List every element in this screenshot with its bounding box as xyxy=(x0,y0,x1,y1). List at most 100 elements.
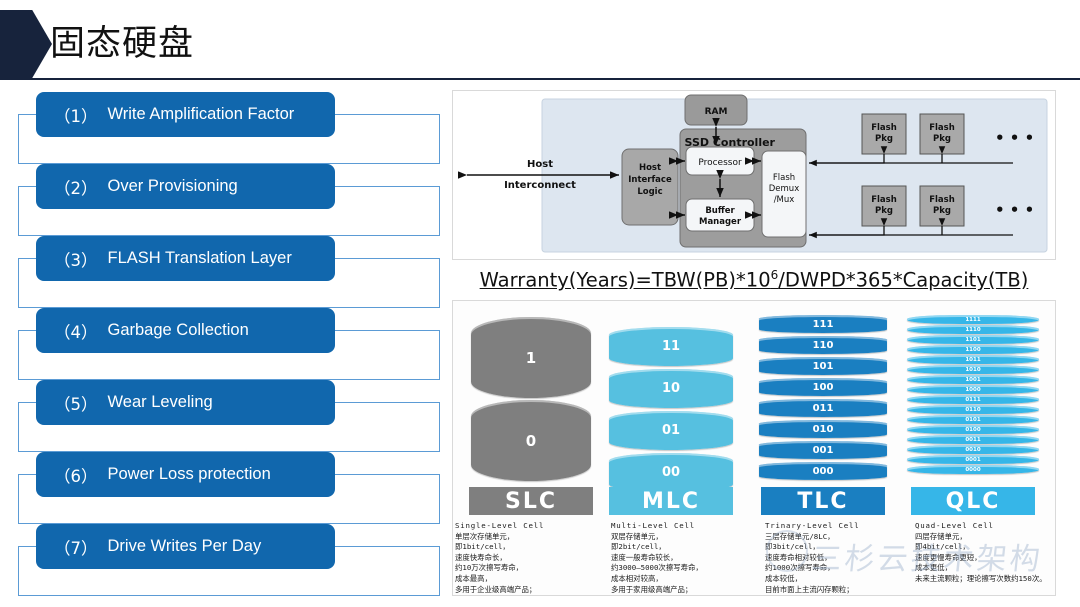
nand-description-body: 四层存储单元， 即4bit/cell， 速度更慢寿命更短， 成本更低， 未来主流… xyxy=(915,531,1047,583)
topic-label: Power Loss protection xyxy=(107,465,271,483)
nand-level: 1110 xyxy=(907,325,1039,334)
topic-row: （2） Over Provisioning xyxy=(0,164,450,236)
svg-text:• • •: • • • xyxy=(995,201,1034,219)
svg-text:Pkg: Pkg xyxy=(933,134,951,144)
nand-level: 10 xyxy=(609,369,733,408)
topic-label: Over Provisioning xyxy=(107,177,238,195)
nand-description-title: Multi-Level Cell xyxy=(611,521,695,530)
svg-text:Pkg: Pkg xyxy=(875,206,893,216)
nand-level: 0110 xyxy=(907,405,1039,414)
nand-level: 001 xyxy=(759,441,887,459)
topic-row: （6） Power Loss protection xyxy=(0,452,450,524)
svg-text:Flash: Flash xyxy=(773,173,795,183)
nand-level: 000 xyxy=(759,462,887,480)
topic-number: （1） xyxy=(54,106,98,126)
nand-level: 101 xyxy=(759,357,887,375)
topic-row: （5） Wear Leveling xyxy=(0,380,450,452)
warranty-formula-row: Warranty(Years)=TBW(PB)*106/DWPD*365*Cap… xyxy=(452,260,1056,300)
nand-level: 110 xyxy=(759,336,887,354)
nand-level: 100 xyxy=(759,378,887,396)
topic-number: （7） xyxy=(54,538,98,558)
nand-badge-tlc: TLC xyxy=(761,487,885,515)
svg-text:Pkg: Pkg xyxy=(875,134,893,144)
svg-text:Flash: Flash xyxy=(929,123,955,133)
nand-badge-qlc: QLC xyxy=(911,487,1035,515)
nand-level: 1011 xyxy=(907,355,1039,364)
nand-level: 0101 xyxy=(907,415,1039,424)
nand-level: 0010 xyxy=(907,445,1039,454)
topic-chip-1[interactable]: （1） Write Amplification Factor xyxy=(36,92,335,137)
topic-label: Garbage Collection xyxy=(107,321,249,339)
svg-text:Demux: Demux xyxy=(769,184,799,194)
nand-description-title: Single-Level Cell xyxy=(455,521,545,530)
nand-level-stack: 1111 1110 1101 1100 1011 1010 1001 1000 0111 0110… xyxy=(903,307,1043,474)
topic-chip-2[interactable]: （2） Over Provisioning xyxy=(36,164,335,209)
warranty-formula: Warranty(Years)=TBW(PB)*106/DWPD*365*Cap… xyxy=(480,268,1029,292)
nand-column-mlc: 11 10 01 00 xyxy=(601,307,741,492)
topic-chip-3[interactable]: （3） FLASH Translation Layer xyxy=(36,236,335,281)
nand-level: 0111 xyxy=(907,395,1039,404)
nand-level: 11 xyxy=(609,327,733,366)
header-arrow-icon xyxy=(0,10,52,78)
nand-cell-comparison: 1 0 SLC Single-Level Cell 单层次存储单元， 即1bit/cel… xyxy=(452,300,1056,596)
nand-description-body: 单层次存储单元， 即1bit/cell， 速度快寿命长， 约10万次擦写寿命， … xyxy=(455,531,537,594)
nand-level: 0000 xyxy=(907,465,1039,474)
nand-column-tlc: 111 110 101 100 011 010 001 000 xyxy=(753,307,893,480)
svg-text:/Mux: /Mux xyxy=(774,195,795,205)
svg-text:RAM: RAM xyxy=(705,107,728,117)
topic-label: FLASH Translation Layer xyxy=(107,249,292,267)
topic-label: Write Amplification Factor xyxy=(107,105,295,123)
nand-level: 010 xyxy=(759,420,887,438)
svg-text:Flash: Flash xyxy=(871,123,897,133)
nand-level: 1000 xyxy=(907,385,1039,394)
ssd-diagram-svg: SSD Controller Host Interface Logic RAM … xyxy=(458,94,1048,253)
nand-description-body: 双层存储单元， 即2bit/cell， 速度一般寿命较长， 约3000—5000… xyxy=(611,531,703,594)
svg-text:Processor: Processor xyxy=(698,158,742,168)
nand-level: 1100 xyxy=(907,345,1039,354)
svg-text:Interface: Interface xyxy=(628,175,672,185)
nand-level: 0 xyxy=(471,400,591,481)
nand-description-tlc: Trinary-Level Cell 三层存储单元/8LC， 即3bit/cell… xyxy=(765,521,915,595)
nand-column-qlc: 1111 1110 1101 1100 1011 1010 1001 1000 0111 0110… xyxy=(903,307,1043,474)
topic-row: （4） Garbage Collection xyxy=(0,308,450,380)
slide-root: 固态硬盘 （1） Write Amplification Factor （2） Ove… xyxy=(0,0,1080,607)
nand-level: 0011 xyxy=(907,435,1039,444)
topic-number: （5） xyxy=(54,394,98,414)
topic-chip-4[interactable]: （4） Garbage Collection xyxy=(36,308,335,353)
svg-text:Buffer: Buffer xyxy=(705,206,735,216)
svg-text:Interconnect: Interconnect xyxy=(504,180,576,191)
topic-number: （4） xyxy=(54,322,98,342)
topic-row: （7） Drive Writes Per Day xyxy=(0,524,450,596)
topic-chip-6[interactable]: （6） Power Loss protection xyxy=(36,452,335,497)
svg-text:Pkg: Pkg xyxy=(933,206,951,216)
topic-row: （1） Write Amplification Factor xyxy=(0,92,450,164)
svg-text:Flash: Flash xyxy=(871,195,897,205)
topic-chip-5[interactable]: （5） Wear Leveling xyxy=(36,380,335,425)
topic-chip-7[interactable]: （7） Drive Writes Per Day xyxy=(36,524,335,569)
nand-level: 1001 xyxy=(907,375,1039,384)
nand-column-slc: 10 xyxy=(461,307,601,481)
formula-prefix: Warranty(Years)=TBW(PB)*10 xyxy=(479,268,771,292)
nand-description-mlc: Multi-Level Cell 双层存储单元， 即2bit/cell， 速度一般… xyxy=(611,521,761,595)
nand-description-title: Quad-Level Cell xyxy=(915,521,994,530)
formula-suffix: /DWPD*365*Capacity(TB) xyxy=(778,268,1029,292)
nand-description-body: 三层存储单元/8LC， 即3bit/cell， 速度寿命相对较低， 约1000次… xyxy=(765,531,854,594)
topic-list: （1） Write Amplification Factor （2） Over Pro… xyxy=(0,92,450,604)
svg-text:• • •: • • • xyxy=(995,129,1034,147)
nand-description-slc: Single-Level Cell 单层次存储单元， 即1bit/cell， 速度… xyxy=(455,521,605,595)
nand-level-stack: 10 xyxy=(461,307,601,481)
right-column: SSD Controller Host Interface Logic RAM … xyxy=(452,90,1056,596)
svg-text:Host: Host xyxy=(639,163,661,173)
topic-label: Drive Writes Per Day xyxy=(107,537,262,555)
nand-description-title: Trinary-Level Cell xyxy=(765,521,860,530)
header-divider xyxy=(0,78,1080,80)
svg-text:Host: Host xyxy=(527,159,553,170)
nand-level-stack: 111 110 101 100 011 010 001 000 xyxy=(753,307,893,480)
nand-description-qlc: Quad-Level Cell 四层存储单元， 即4bit/cell， 速度更慢寿… xyxy=(915,521,1055,585)
nand-level: 0100 xyxy=(907,425,1039,434)
topic-label: Wear Leveling xyxy=(107,393,213,411)
nand-badge-slc: SLC xyxy=(469,487,593,515)
nand-level: 011 xyxy=(759,399,887,417)
slide-header: 固态硬盘 xyxy=(0,0,1080,84)
ssd-controller-diagram: SSD Controller Host Interface Logic RAM … xyxy=(452,90,1056,260)
